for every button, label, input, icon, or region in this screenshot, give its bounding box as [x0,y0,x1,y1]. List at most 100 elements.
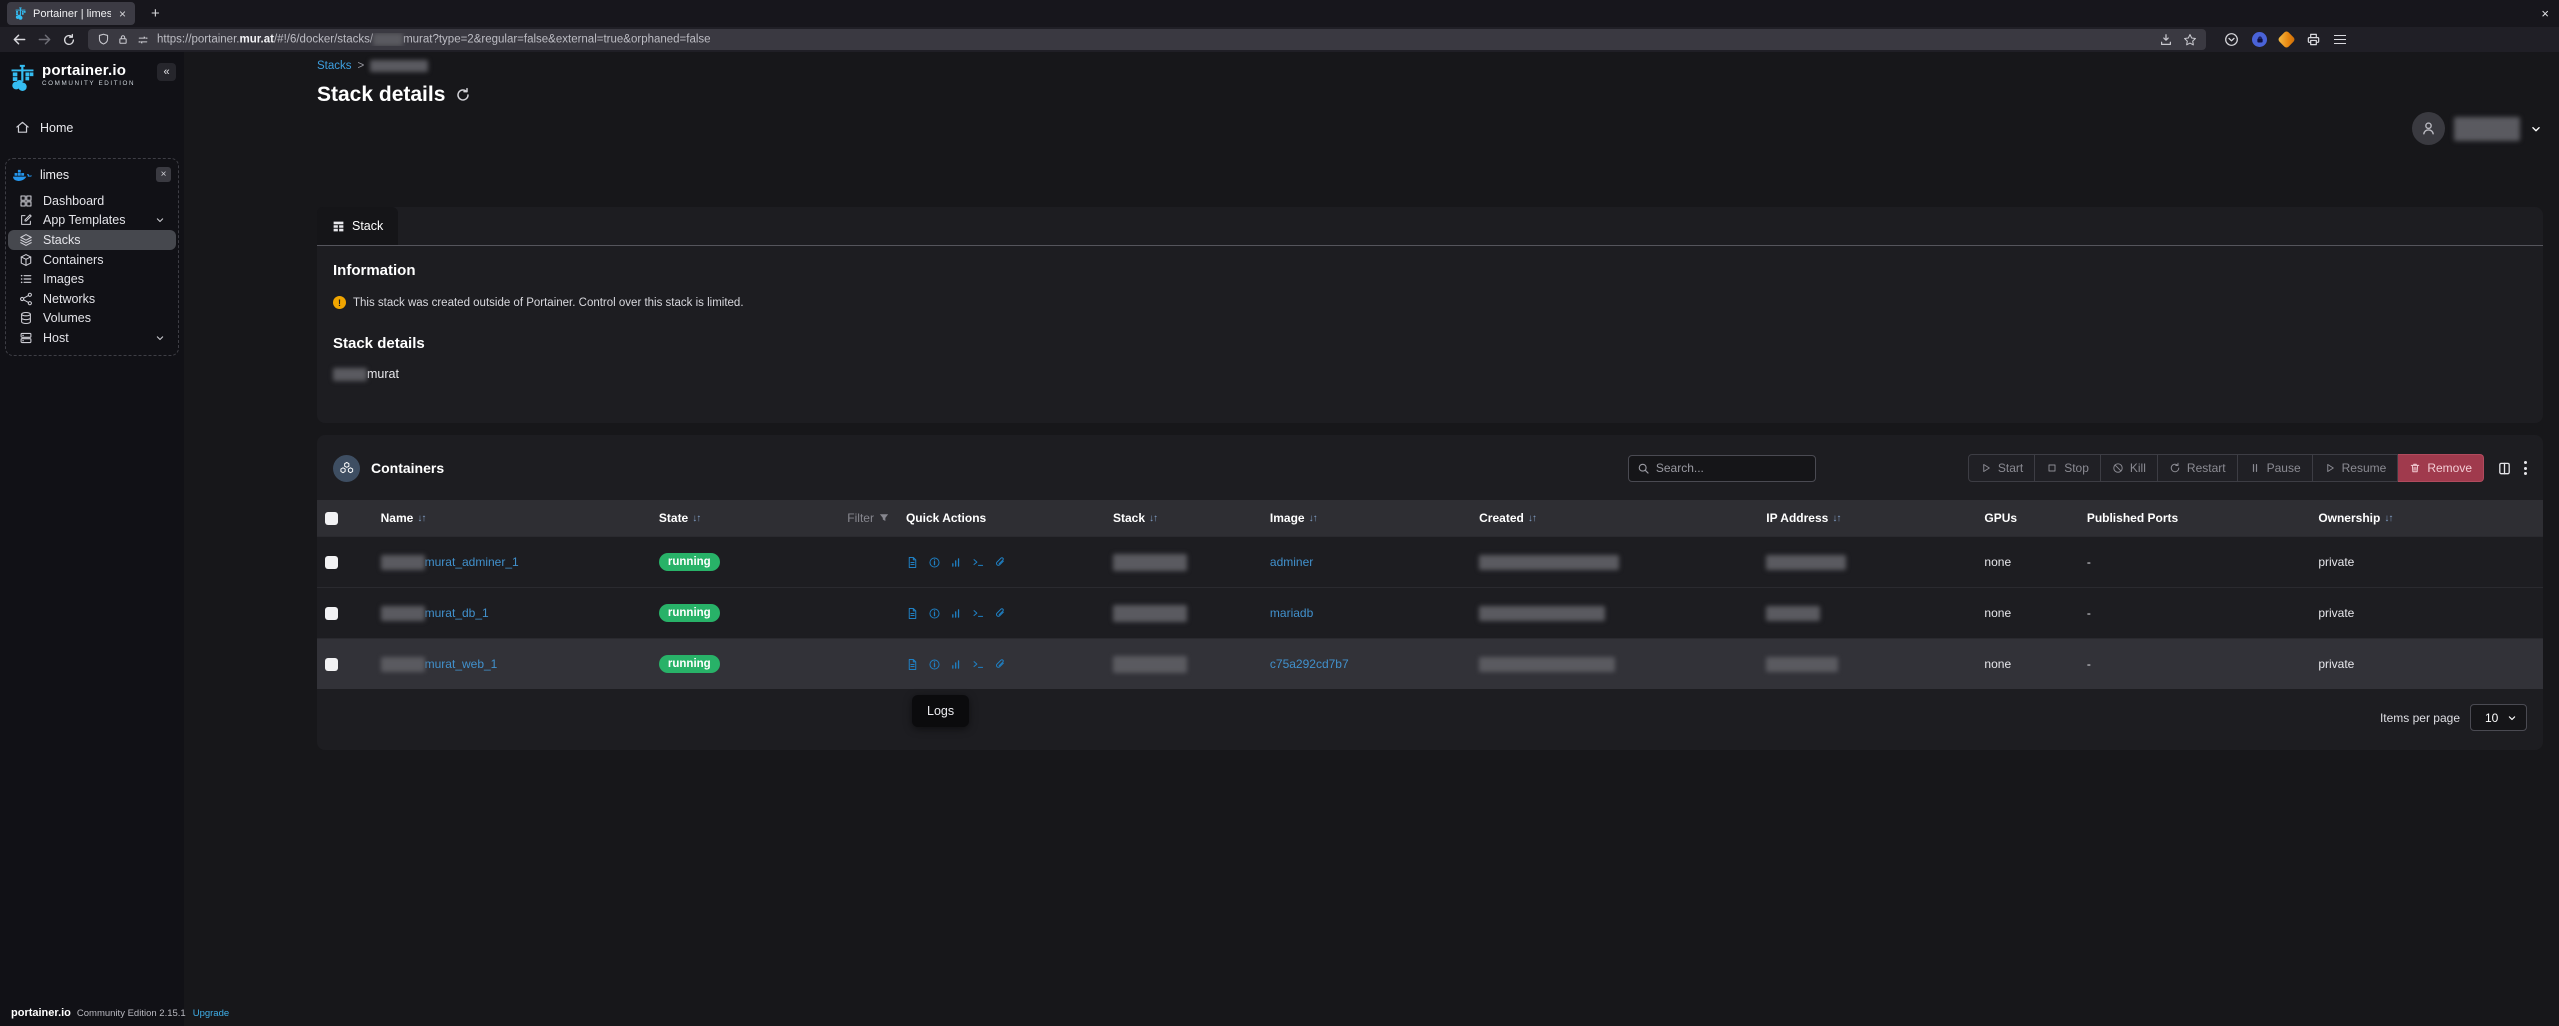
user-menu[interactable] [2412,112,2543,145]
browser-toolbar: https://portainer.mur.at/#!/6/docker/sta… [0,27,2559,52]
sidebar-item-app-templates[interactable]: App Templates [8,211,176,231]
save-page-icon[interactable] [2159,33,2173,47]
tab-stack[interactable]: Stack [317,207,398,245]
kill-button[interactable]: Kill [2101,454,2158,482]
print-icon[interactable] [2306,32,2321,47]
attach-icon[interactable] [994,607,1007,620]
server-icon [18,331,33,345]
sort-icon[interactable]: ↓↑ [1528,513,1536,524]
ports-value: - [2087,555,2091,569]
image-link[interactable]: mariadb [1270,606,1313,620]
environment-header[interactable]: limes × [6,159,178,191]
sort-icon[interactable]: ↓↑ [1309,513,1317,524]
resume-button[interactable]: Resume [2313,454,2399,482]
image-link[interactable]: c75a292cd7b7 [1270,657,1349,671]
gpus-value: none [1984,606,2011,620]
logs-icon[interactable] [906,658,919,671]
url-bar[interactable]: https://portainer.mur.at/#!/6/docker/sta… [88,29,2206,50]
column-header-image[interactable]: Image [1270,511,1305,525]
window-close-button[interactable]: × [2541,6,2549,21]
console-icon[interactable] [972,556,985,569]
back-button[interactable] [8,30,30,50]
inspect-icon[interactable] [928,658,941,671]
column-header-state[interactable]: State [659,511,688,525]
environment-close-button[interactable]: × [156,167,171,182]
attach-icon[interactable] [994,556,1007,569]
stats-icon[interactable] [950,556,963,569]
stats-icon[interactable] [950,658,963,671]
pocket-icon[interactable] [2224,32,2239,47]
sidebar-item-stacks[interactable]: Stacks [8,230,176,250]
reload-button[interactable] [58,30,80,50]
sidebar-item-home[interactable]: Home [6,115,178,140]
sidebar-footer: portainer.io Community Edition 2.15.1 Up… [0,1001,184,1026]
new-tab-button[interactable]: + [145,5,166,22]
sort-icon[interactable]: ↓↑ [1832,513,1840,524]
column-header-created[interactable]: Created [1479,511,1524,525]
sidebar-item-volumes[interactable]: Volumes [8,309,176,329]
sort-icon[interactable]: ↓↑ [692,513,700,524]
sidebar-item-networks[interactable]: Networks [8,289,176,309]
tab-close-button[interactable]: × [117,7,128,21]
stop-button[interactable]: Stop [2035,454,2101,482]
sidebar-item-images[interactable]: Images [8,269,176,289]
logs-icon[interactable] [906,607,919,620]
attach-icon[interactable] [994,658,1007,671]
container-link[interactable]: murat_db_1 [425,606,489,620]
container-link[interactable]: murat_adminer_1 [425,555,519,569]
column-header-ownership[interactable]: Ownership [2318,511,2380,525]
lock-icon[interactable] [117,33,129,46]
sort-icon[interactable]: ↓↑ [2384,513,2392,524]
home-icon [15,120,30,135]
search-input[interactable] [1656,461,1807,475]
pause-button[interactable]: Pause [2238,454,2313,482]
shield-icon[interactable] [97,33,110,46]
url-text[interactable]: https://portainer.mur.at/#!/6/docker/sta… [157,33,2152,46]
dashboard-icon [18,194,33,208]
refresh-icon[interactable] [455,87,471,103]
chevron-down-icon [154,332,166,344]
columns-settings-icon[interactable] [2497,461,2512,476]
start-button[interactable]: Start [1968,454,2035,482]
column-header-name[interactable]: Name [381,511,414,525]
row-checkbox[interactable] [325,556,338,569]
logs-icon[interactable] [906,556,919,569]
sort-icon[interactable]: ↓↑ [1149,513,1157,524]
bookmark-star-icon[interactable] [2183,33,2197,47]
permissions-icon[interactable] [136,34,150,46]
sort-icon[interactable]: ↓↑ [417,513,425,524]
console-icon[interactable] [972,607,985,620]
items-per-page-select[interactable]: 10 [2470,704,2527,731]
inspect-icon[interactable] [928,556,941,569]
browser-tab[interactable]: Portainer | limes × [7,2,135,25]
inspect-icon[interactable] [928,607,941,620]
column-header-stack[interactable]: Stack [1113,511,1145,525]
console-icon[interactable] [972,658,985,671]
chevron-down-icon [154,214,166,226]
stats-icon[interactable] [950,607,963,620]
breadcrumb-stacks-link[interactable]: Stacks [317,60,352,72]
table-icon [332,220,345,233]
search-box[interactable] [1628,455,1816,482]
remove-button[interactable]: Remove [2398,454,2484,482]
sidebar-item-host[interactable]: Host [8,328,176,348]
column-header-ip[interactable]: IP Address [1766,511,1828,525]
container-link[interactable]: murat_web_1 [425,657,498,671]
footer-edition: Community Edition [77,1008,157,1019]
menu-icon[interactable] [2334,35,2346,45]
kebab-menu-icon[interactable] [2524,461,2527,475]
extension-icon[interactable] [2277,30,2295,48]
forward-button[interactable] [33,30,55,50]
image-link[interactable]: adminer [1270,555,1313,569]
restart-button[interactable]: Restart [2158,454,2238,482]
row-checkbox[interactable] [325,607,338,620]
select-all-checkbox[interactable] [325,512,338,525]
sidebar-item-dashboard[interactable]: Dashboard [8,191,176,211]
row-checkbox[interactable] [325,658,338,671]
sidebar-item-label: Images [43,272,166,286]
layers-icon [18,233,33,247]
collapse-sidebar-button[interactable]: « [157,63,176,81]
state-filter[interactable]: Filter [847,511,890,525]
sidebar-item-containers[interactable]: Containers [8,250,176,270]
lock-extension-icon[interactable] [2252,32,2267,47]
